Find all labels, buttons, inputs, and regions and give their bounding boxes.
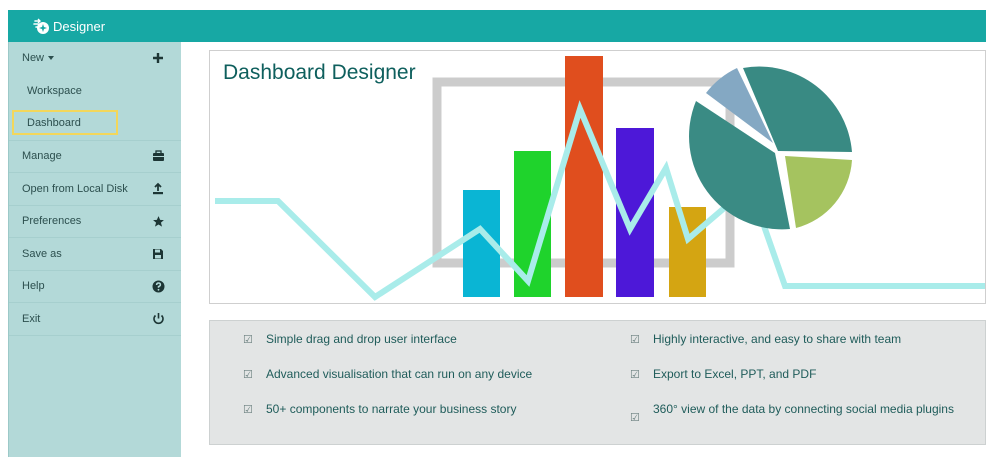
dashboard-illustration [215, 56, 985, 301]
feature-item: ☑ Highly interactive, and easy to share … [630, 332, 902, 346]
bar-orange [565, 56, 603, 297]
checkbox-icon: ☑ [630, 412, 640, 424]
sidebar-item-label: Preferences [22, 215, 82, 228]
feature-item: ☑ 360° view of the data by connecting so… [630, 402, 954, 424]
sidebar-item-label: Save as [22, 247, 62, 260]
sidebar-item-label: Manage [22, 150, 62, 163]
checkbox-icon: ☑ [243, 404, 253, 416]
sidebar-item-preferences[interactable]: Preferences [9, 206, 181, 238]
sidebar-item-workspace[interactable]: Workspace [9, 75, 181, 108]
features-panel: ☑ Simple drag and drop user interface ☑ … [209, 320, 986, 445]
brand[interactable]: Designer [32, 17, 105, 35]
sidebar-item-label: Exit [22, 312, 41, 325]
briefcase-icon [151, 149, 165, 163]
upload-icon [151, 182, 165, 196]
pie-slice-teal [743, 66, 852, 152]
checkbox-icon: ☑ [243, 334, 253, 346]
checkbox-icon: ☑ [630, 369, 640, 381]
sidebar-item-label: Workspace [27, 84, 82, 97]
banner: Dashboard Designer [209, 50, 986, 304]
feature-item: ☑ Advanced visualisation that can run on… [243, 367, 533, 381]
pie-slice-lime [785, 156, 852, 228]
sidebar-item-label: Dashboard [27, 117, 81, 130]
sidebar-item-dashboard[interactable]: Dashboard [9, 107, 181, 140]
feature-item: ☑ Export to Excel, PPT, and PDF [630, 367, 817, 381]
sidebar-item-help[interactable]: Help [9, 271, 181, 303]
save-icon [151, 247, 165, 261]
bar-mustard [669, 207, 706, 297]
app-window: Designer New Workspace Dashboard Manage … [0, 0, 986, 457]
sidebar-item-save-as[interactable]: Save as [9, 238, 181, 271]
sidebar-item-label: Help [22, 280, 45, 293]
caret-down-icon [48, 56, 55, 61]
brand-label: Designer [53, 18, 106, 34]
sidebar-item-label: New [22, 52, 45, 65]
help-icon [151, 279, 165, 293]
star-icon [151, 214, 165, 228]
top-bar: Designer [8, 10, 986, 42]
sidebar-item-exit[interactable]: Exit [9, 303, 181, 336]
checkbox-icon: ☑ [630, 334, 640, 346]
designer-logo-icon [33, 18, 49, 34]
plus-icon [151, 51, 165, 65]
banner-title: Dashboard Designer [223, 61, 416, 84]
sidebar-item-new[interactable]: New [9, 42, 181, 75]
feature-item: ☑ Simple drag and drop user interface [243, 332, 457, 346]
sidebar: New Workspace Dashboard Manage Open from… [8, 42, 181, 457]
power-icon [151, 312, 165, 326]
sidebar-item-open-local-disk[interactable]: Open from Local Disk [9, 173, 181, 206]
checkbox-icon: ☑ [243, 369, 253, 381]
feature-item: ☑ 50+ components to narrate your busines… [243, 402, 517, 416]
sidebar-item-label: Open from Local Disk [22, 182, 128, 195]
sidebar-item-manage[interactable]: Manage [9, 141, 181, 173]
